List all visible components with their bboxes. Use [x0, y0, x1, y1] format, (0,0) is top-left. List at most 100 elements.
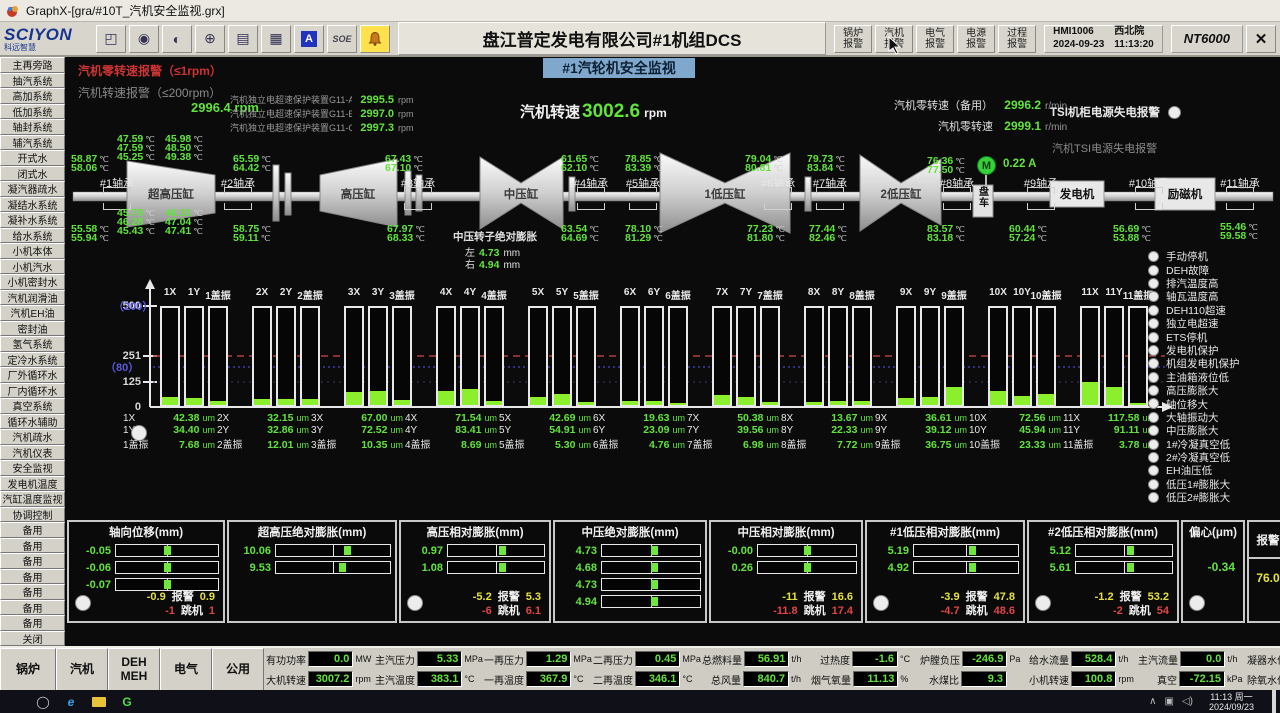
sidebar-item-38[interactable]: 关闭 [0, 631, 65, 647]
vibration-unit: um [954, 413, 967, 423]
protection-alarm-item-5: DEH110超速 [1148, 304, 1280, 317]
vibration-bar-fill [646, 401, 662, 405]
browser-icon[interactable]: e [57, 690, 85, 713]
sidebar-item-26[interactable]: 汽机仪表 [0, 445, 65, 461]
gauge-row: 1.08 [405, 561, 545, 574]
gauge-row: 10.06 [233, 544, 391, 557]
sidebar-item-22[interactable]: 厂内循环水 [0, 383, 65, 399]
sidebar-item-34[interactable]: 备用 [0, 569, 65, 585]
sidebar-item-12[interactable]: 给水系统 [0, 228, 65, 244]
sidebar-item-37[interactable]: 备用 [0, 615, 65, 631]
night-icon-button[interactable]: ◐ [162, 25, 192, 53]
alarm-page-button-2[interactable]: 汽机 报警 [875, 25, 913, 53]
sidebar-item-20[interactable]: 定冷水系统 [0, 352, 65, 368]
close-icon[interactable]: ✕ [1246, 25, 1276, 53]
soe-icon-button[interactable]: SOE [327, 25, 357, 53]
sidebar-item-7[interactable]: 开式水 [0, 150, 65, 166]
sidebar-item-28[interactable]: 发电机温度 [0, 476, 65, 492]
start-button[interactable] [0, 690, 29, 713]
temp-row: 67.10℃ [385, 162, 423, 171]
show-desktop-button[interactable] [1272, 690, 1276, 713]
sidebar-item-6[interactable]: 辅汽系统 [0, 135, 65, 151]
bearing-temps-bottom-8: 77.23℃81.80℃ [747, 223, 785, 241]
alarm-bell-icon-button[interactable] [360, 25, 390, 53]
bottom-tab-1[interactable]: 锅炉 [0, 648, 56, 692]
sidebar-item-18[interactable]: 密封油 [0, 321, 65, 337]
gauge-row: 5.61 [1033, 561, 1173, 574]
bar-label: 1Y [188, 287, 200, 298]
generator-label: 发电机 [1060, 186, 1095, 202]
telemetry-label: 二再温度 [593, 672, 633, 687]
alarm-page-button-5[interactable]: 过程 报警 [998, 25, 1036, 53]
vibration-bar-fill [946, 387, 962, 405]
alarm-page-button-3[interactable]: 电气 报警 [916, 25, 954, 53]
sidebar-item-36[interactable]: 备用 [0, 600, 65, 616]
telemetry-unit: °C [464, 674, 484, 684]
taskbar-clock[interactable]: 11:13 周一 2024/09/23 [1201, 692, 1262, 712]
panel-4: 中压绝对膨胀(mm)4.734.684.734.94 [553, 520, 707, 623]
wheel-icon-button[interactable]: ⊕ [195, 25, 225, 53]
sidebar-item-32[interactable]: 备用 [0, 538, 65, 554]
palette-icon-button[interactable]: ◉ [129, 25, 159, 53]
alarm-page-button-1[interactable]: 锅炉 报警 [834, 25, 872, 53]
sidebar-item-4[interactable]: 低加系统 [0, 104, 65, 120]
sidebar-item-11[interactable]: 凝补水系统 [0, 212, 65, 228]
pages-icon-button[interactable]: ◰ [96, 25, 126, 53]
bearing-bracket-top [103, 187, 131, 194]
sidebar-item-21[interactable]: 厂外循环水 [0, 367, 65, 383]
vibration-value-row: 7X50.38um [687, 412, 779, 424]
telemetry-value: 56.91 [744, 651, 789, 667]
bottom-tab-2[interactable]: 汽机 [56, 648, 108, 692]
sidebar-item-8[interactable]: 闭式水 [0, 166, 65, 182]
sidebar-item-16[interactable]: 汽机润滑油 [0, 290, 65, 306]
bottom-tab-4[interactable]: 电气 [160, 648, 212, 692]
sidebar-item-9[interactable]: 凝汽器疏水 [0, 181, 65, 197]
overspeed-value: 2997.0 [352, 108, 394, 120]
sidebar-item-30[interactable]: 协调控制 [0, 507, 65, 523]
sidebar-item-24[interactable]: 循环水辅助 [0, 414, 65, 430]
vibration-value: 71.54 [435, 412, 481, 424]
search-icon[interactable]: ◯ [29, 690, 57, 713]
sidebar-item-1[interactable]: 主再旁路 [0, 57, 65, 73]
tray-network-icon[interactable]: ▣ [1164, 696, 1173, 707]
alarm-page-button-4[interactable]: 电源 报警 [957, 25, 995, 53]
gauge-marker [969, 546, 976, 555]
bearing-bracket-top [1027, 187, 1055, 194]
sidebar-item-31[interactable]: 备用 [0, 522, 65, 538]
sidebar-item-5[interactable]: 轴封系统 [0, 119, 65, 135]
telemetry-label: 大机转速 [266, 672, 306, 687]
sidebar-item-10[interactable]: 凝结水系统 [0, 197, 65, 213]
vibration-bar [944, 306, 964, 407]
sidebar-item-35[interactable]: 备用 [0, 584, 65, 600]
bottom-tab-5[interactable]: 公用 [212, 648, 264, 692]
bar-label: 9Y [924, 287, 936, 298]
sidebar-item-13[interactable]: 小机本体 [0, 243, 65, 259]
sidebar-item-14[interactable]: 小机汽水 [0, 259, 65, 275]
sidebar-item-15[interactable]: 小机密封水 [0, 274, 65, 290]
tray-chevron-icon[interactable]: ∧ [1149, 696, 1156, 707]
sidebar-item-17[interactable]: 汽机EH油 [0, 305, 65, 321]
alarm-indicator-dot [1148, 465, 1159, 476]
bar-label: 1X [164, 287, 176, 298]
vibration-point-label: 4盖振 [405, 436, 435, 451]
graphx-taskbar-icon[interactable]: G [113, 690, 141, 713]
bottom-tab-3[interactable]: DEH MEH [108, 648, 160, 692]
gauge-row: 9.53 [233, 561, 391, 574]
sidebar-item-19[interactable]: 氢气系统 [0, 336, 65, 352]
tray-volume-icon[interactable]: ◁) [1182, 696, 1193, 707]
vibration-bar [644, 306, 664, 407]
bar-label: 2Y [280, 287, 292, 298]
sidebar-item-27[interactable]: 安全监视 [0, 460, 65, 476]
file-explorer-icon[interactable] [85, 690, 113, 713]
sidebar-item-3[interactable]: 高加系统 [0, 88, 65, 104]
sidebar-item-25[interactable]: 汽机疏水 [0, 429, 65, 445]
cards-icon-button[interactable]: ▦ [261, 25, 291, 53]
notes-icon-button[interactable]: ▤ [228, 25, 258, 53]
screen-tabs: 锅炉汽机DEH MEH电气公用 [0, 648, 264, 690]
sidebar-item-33[interactable]: 备用 [0, 553, 65, 569]
soe-icon: SOE [332, 34, 351, 44]
sidebar-item-2[interactable]: 抽汽系统 [0, 73, 65, 89]
sidebar-item-29[interactable]: 汽缸温度监视 [0, 491, 65, 507]
font-icon-button[interactable]: A [294, 25, 324, 53]
sidebar-item-23[interactable]: 真空系统 [0, 398, 65, 414]
